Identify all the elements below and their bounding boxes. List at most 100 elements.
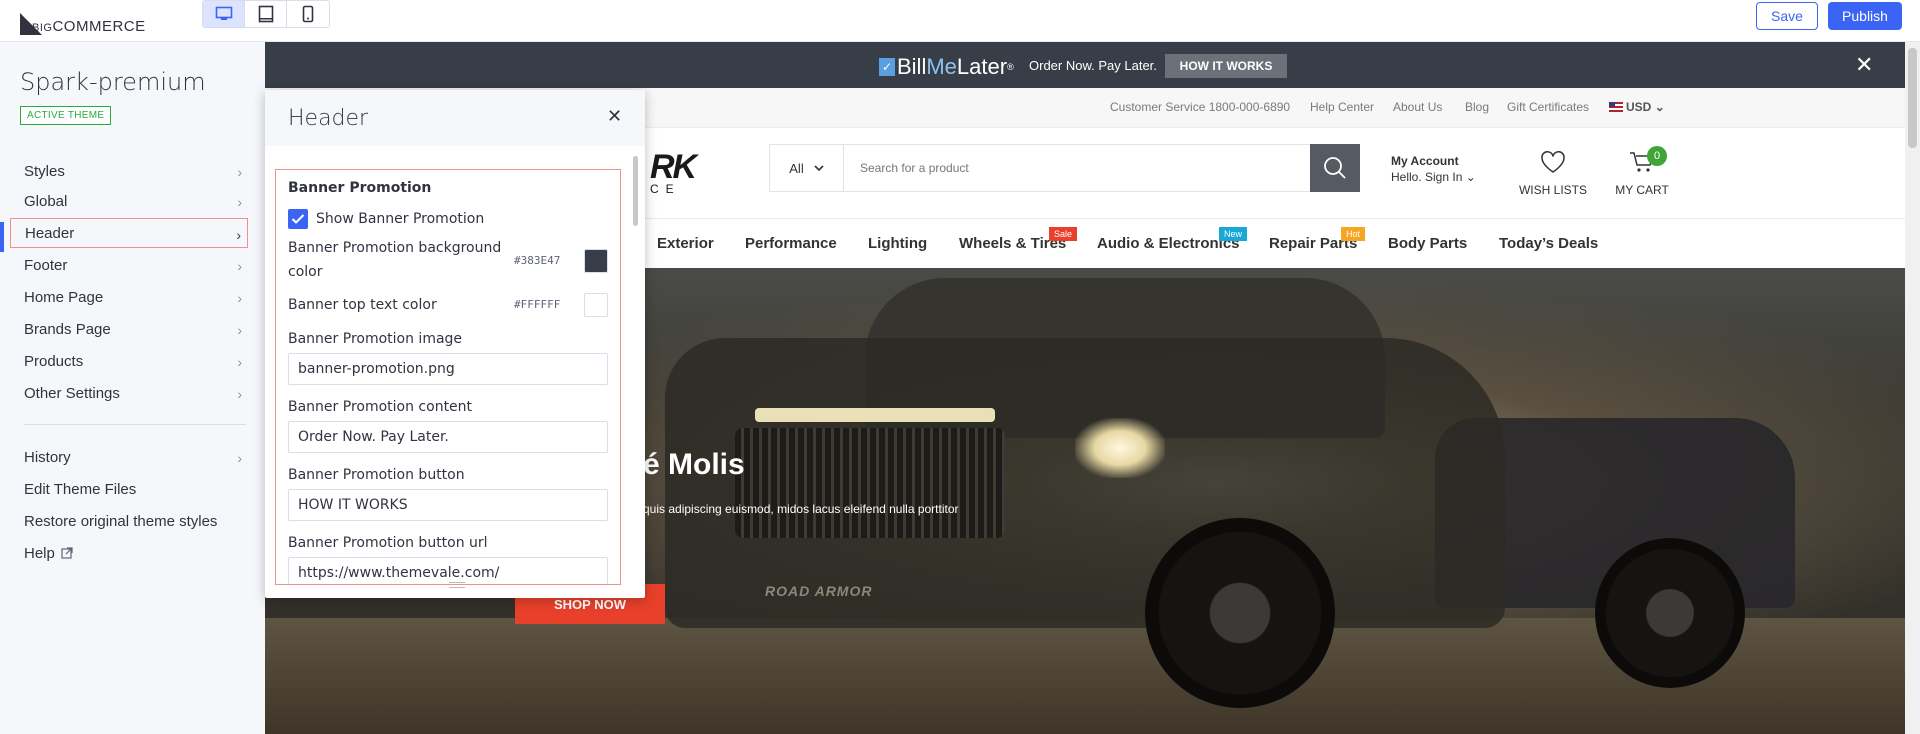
- nav-item-lighting[interactable]: Lighting: [868, 235, 927, 252]
- search-icon: [1324, 157, 1346, 179]
- help-center-link[interactable]: Help Center: [1310, 100, 1374, 114]
- button-url-label: Banner Promotion button url: [288, 535, 488, 551]
- button-label: Banner Promotion button: [288, 467, 465, 483]
- search-input[interactable]: [844, 145, 1310, 191]
- sidebar-item-help[interactable]: Help: [10, 538, 248, 568]
- sidebar-item-footer[interactable]: Footer ›: [10, 250, 248, 280]
- brand-prefix: BIG: [32, 22, 53, 34]
- sidebar-item-styles[interactable]: Styles ›: [10, 156, 248, 186]
- sidebar-item-restore-styles[interactable]: Restore original theme styles: [10, 506, 248, 536]
- hot-badge: Hot: [1341, 227, 1366, 241]
- sidebar-item-label: Styles: [24, 162, 65, 180]
- bg-color-label-line1: Banner Promotion background: [288, 240, 502, 256]
- show-banner-label: Show Banner Promotion: [316, 211, 485, 227]
- currency-label: USD: [1626, 100, 1652, 114]
- mobile-view-button[interactable]: [287, 1, 329, 27]
- banner-button-input[interactable]: [288, 489, 608, 521]
- close-icon[interactable]: ✕: [1855, 52, 1873, 78]
- selected-indicator: [0, 222, 4, 252]
- banner-promotion-section: Banner Promotion Show Banner Promotion B…: [275, 169, 621, 585]
- close-icon[interactable]: ✕: [607, 106, 622, 127]
- panel-scrollbar[interactable]: [633, 156, 638, 226]
- show-banner-checkbox[interactable]: [288, 209, 308, 229]
- promo-text: Order Now. Pay Later.: [1029, 58, 1157, 73]
- nav-item-exterior[interactable]: Exterior: [657, 235, 714, 252]
- how-it-works-button[interactable]: HOW IT WORKS: [1165, 54, 1287, 78]
- gift-certificates-link[interactable]: Gift Certificates: [1507, 100, 1589, 114]
- sidebar-item-label: Other Settings: [24, 384, 120, 402]
- bg-color-hex: #383E47: [514, 254, 561, 267]
- desktop-view-button[interactable]: [203, 1, 245, 27]
- sidebar-item-label: History: [24, 448, 71, 466]
- sale-badge: Sale: [1049, 227, 1078, 241]
- chevron-down-icon: ⌄: [1465, 170, 1476, 184]
- tablet-view-button[interactable]: [245, 1, 287, 27]
- nav-item-todays-deals[interactable]: Today’s Deals: [1499, 235, 1598, 252]
- search-button[interactable]: [1310, 144, 1360, 192]
- banner-image-input[interactable]: [288, 353, 608, 385]
- cart-count-badge: 0: [1647, 146, 1667, 166]
- nav-item-repair-parts[interactable]: Repair Parts Hot: [1269, 227, 1366, 252]
- nav-item-performance[interactable]: Performance: [745, 235, 837, 252]
- hero-truck-headlight: [1075, 418, 1165, 478]
- hero-truck-wheel: [1145, 518, 1335, 708]
- chevron-right-icon: ›: [237, 450, 242, 466]
- theme-sidebar: Spark-premium ACTIVE THEME Styles › Glob…: [0, 42, 265, 734]
- sidebar-item-other-settings[interactable]: Other Settings ›: [10, 378, 248, 408]
- sidebar-item-history[interactable]: History ›: [10, 442, 248, 472]
- sidebar-item-products[interactable]: Products ›: [10, 346, 248, 376]
- desktop-icon: [215, 6, 232, 20]
- save-button[interactable]: Save: [1756, 2, 1818, 30]
- banner-content-input[interactable]: [288, 421, 608, 453]
- truck-badge: ROAD ARMOR: [765, 583, 873, 599]
- my-cart-link[interactable]: 0 MY CART: [1609, 146, 1675, 197]
- nav-item-wheels-tires[interactable]: Wheels & Tires Sale: [959, 227, 1078, 252]
- currency-selector[interactable]: USD ⌄: [1609, 100, 1665, 114]
- top-toolbar: BIGCOMMERCE Save Publish: [0, 0, 1920, 42]
- sidebar-item-label: Restore original theme styles: [24, 512, 218, 530]
- nav-item-body-parts[interactable]: Body Parts: [1388, 235, 1467, 252]
- hero-subtitle: quis adipiscing euismod, midos lacus ele…: [643, 502, 959, 516]
- us-flag-icon: [1609, 102, 1623, 112]
- chevron-right-icon: ›: [237, 322, 242, 338]
- search-bar: All: [769, 144, 1311, 192]
- about-us-link[interactable]: About Us: [1393, 100, 1442, 114]
- nav-item-audio-electronics[interactable]: Audio & Electronics New: [1097, 227, 1248, 252]
- preview-scrollbar-thumb[interactable]: [1908, 48, 1917, 148]
- hero-truck-wheel: [1595, 538, 1745, 688]
- blog-link[interactable]: Blog: [1465, 100, 1489, 114]
- bg-color-swatch[interactable]: [584, 249, 608, 273]
- search-category-select[interactable]: All: [770, 145, 844, 191]
- resize-grip[interactable]: [449, 582, 465, 588]
- my-cart-label: MY CART: [1615, 183, 1669, 197]
- hero-title: é Molis: [643, 448, 745, 481]
- tablet-icon: [258, 5, 273, 23]
- banner-button-url-input[interactable]: [288, 557, 608, 584]
- my-account-menu[interactable]: My Account Hello. Sign In ⌄: [1391, 154, 1476, 184]
- wish-lists-link[interactable]: WISH LISTS: [1513, 150, 1593, 197]
- mobile-icon: [302, 5, 314, 23]
- panel-title: Header: [288, 106, 369, 131]
- text-color-hex: #FFFFFF: [514, 298, 561, 311]
- heart-icon: [1541, 150, 1565, 173]
- bml-registered: ®: [1007, 62, 1014, 72]
- customer-service-link[interactable]: Customer Service 1800-000-6890: [1110, 100, 1290, 114]
- banner-promotion-bar: ✓ Bill Me Later ® Order Now. Pay Later. HOW …: [265, 42, 1905, 88]
- publish-button[interactable]: Publish: [1828, 2, 1902, 30]
- sidebar-item-edit-theme-files[interactable]: Edit Theme Files: [10, 474, 248, 504]
- sidebar-item-label: Header: [25, 224, 75, 242]
- sidebar-item-header[interactable]: Header ›: [10, 218, 248, 248]
- chevron-down-icon: ⌄: [1654, 100, 1665, 114]
- sidebar-item-label: Footer: [24, 256, 68, 274]
- sidebar-item-home-page[interactable]: Home Page ›: [10, 282, 248, 312]
- new-badge: New: [1219, 227, 1248, 241]
- text-color-swatch[interactable]: [584, 293, 608, 317]
- bg-color-label-line2: color: [288, 264, 323, 280]
- sidebar-item-brands-page[interactable]: Brands Page ›: [10, 314, 248, 344]
- theme-name: Spark-premium: [20, 68, 206, 96]
- chevron-down-icon: [814, 164, 824, 171]
- sidebar-divider: [24, 424, 246, 425]
- panel-header: Header ✕: [265, 90, 645, 146]
- content-label: Banner Promotion content: [288, 399, 473, 415]
- sidebar-item-global[interactable]: Global ›: [10, 186, 248, 216]
